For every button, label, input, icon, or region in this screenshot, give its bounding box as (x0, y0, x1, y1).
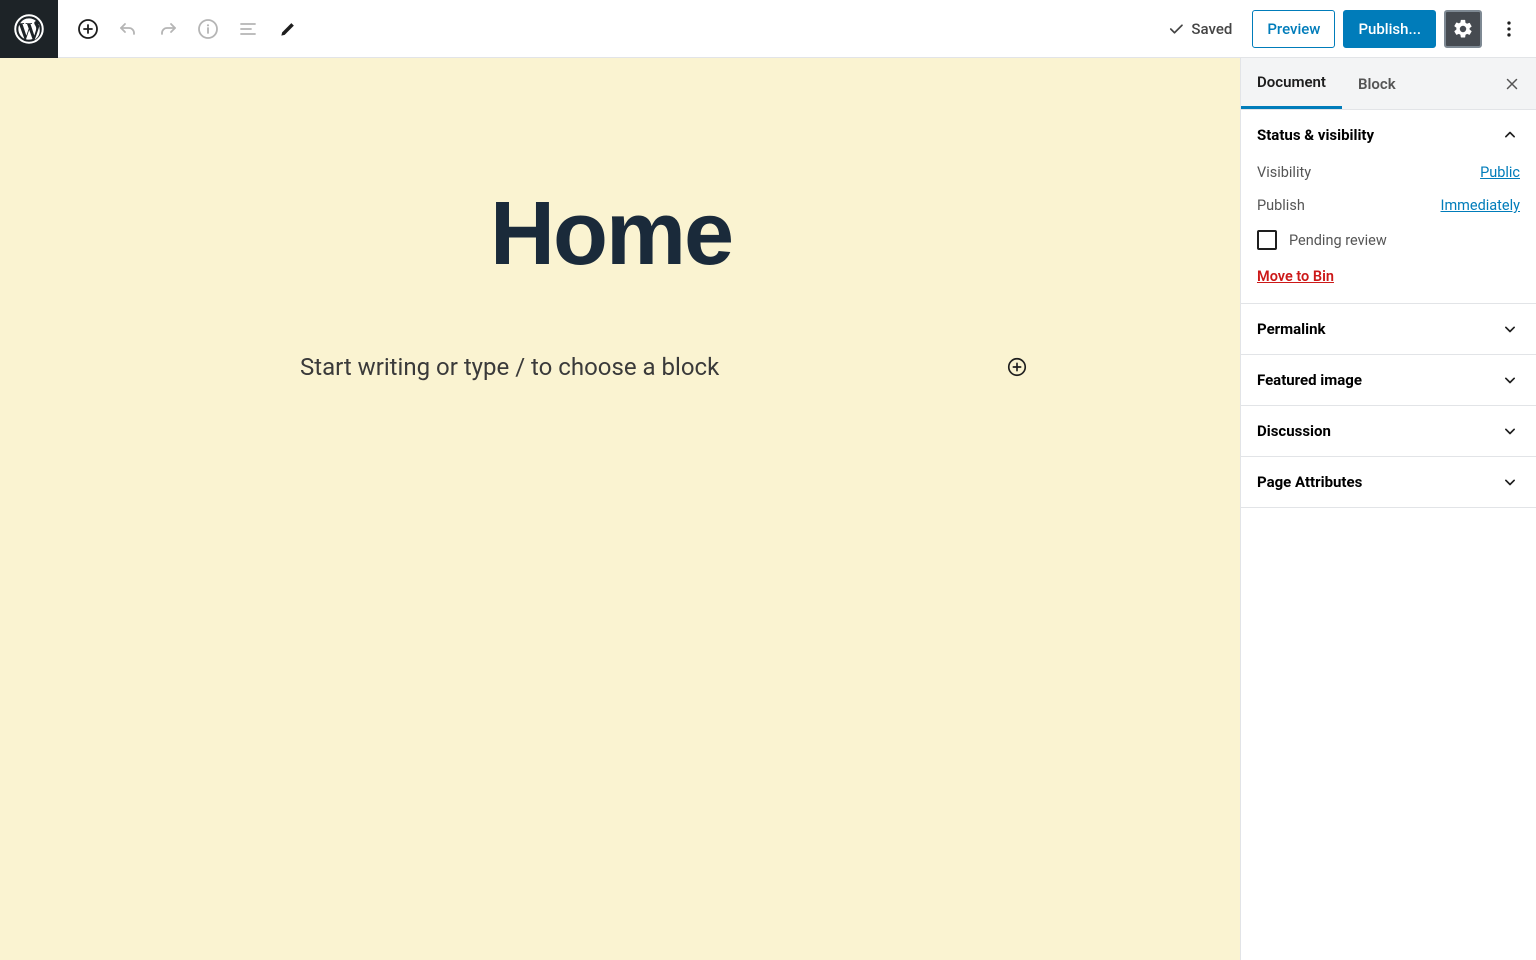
undo-button[interactable] (108, 9, 148, 49)
toolbar-left-group (58, 9, 308, 49)
pencil-icon (278, 19, 298, 39)
chevron-down-icon (1500, 319, 1520, 339)
settings-sidebar: Document Block Status & visibility (1240, 58, 1536, 960)
panel-permalink-title: Permalink (1257, 320, 1326, 338)
plus-circle-icon (1006, 356, 1028, 378)
redo-button[interactable] (148, 9, 188, 49)
panel-status-body: Visibility Public Publish Immediately Pe… (1241, 160, 1536, 303)
tab-document-label: Document (1257, 73, 1326, 91)
tab-block-label: Block (1358, 75, 1396, 93)
panel-permalink-header[interactable]: Permalink (1241, 304, 1536, 354)
chevron-down-icon (1500, 421, 1520, 441)
publish-button[interactable]: Publish... (1343, 10, 1436, 48)
wordpress-logo[interactable] (0, 0, 58, 58)
editor-toolbar: Saved Preview Publish... (0, 0, 1536, 58)
toolbar-right-group: Saved Preview Publish... (1167, 10, 1536, 48)
chevron-down-icon (1500, 472, 1520, 492)
publish-row: Publish Immediately (1257, 197, 1520, 214)
save-status: Saved (1167, 20, 1232, 38)
more-button[interactable] (1490, 10, 1528, 48)
settings-button[interactable] (1444, 10, 1482, 48)
panel-status-header[interactable]: Status & visibility (1241, 110, 1536, 160)
publish-value[interactable]: Immediately (1441, 197, 1520, 214)
pending-review-label: Pending review (1289, 232, 1387, 249)
more-vertical-icon (1498, 18, 1520, 40)
close-icon (1503, 75, 1521, 93)
block-placeholder-row[interactable]: Start writing or type / to choose a bloc… (300, 353, 1040, 381)
info-button[interactable] (188, 9, 228, 49)
visibility-label: Visibility (1257, 164, 1311, 181)
visibility-value[interactable]: Public (1480, 164, 1520, 181)
preview-button[interactable]: Preview (1252, 10, 1335, 48)
edit-button[interactable] (268, 9, 308, 49)
editor-canvas[interactable]: Home Start writing or type / to choose a… (0, 58, 1240, 960)
pending-review-row[interactable]: Pending review (1257, 230, 1520, 250)
panel-page-attributes-title: Page Attributes (1257, 473, 1362, 491)
move-to-bin-link[interactable]: Move to Bin (1257, 268, 1334, 285)
redo-icon (156, 17, 180, 41)
panel-page-attributes: Page Attributes (1241, 457, 1536, 508)
tab-block[interactable]: Block (1342, 58, 1412, 109)
panel-status-visibility: Status & visibility Visibility Public Pu… (1241, 110, 1536, 304)
panel-status-title: Status & visibility (1257, 126, 1374, 144)
panel-discussion-title: Discussion (1257, 422, 1331, 440)
panel-discussion: Discussion (1241, 406, 1536, 457)
panel-featured-image-title: Featured image (1257, 371, 1362, 389)
wordpress-icon (14, 14, 44, 44)
sidebar-tabs: Document Block (1241, 58, 1536, 110)
tab-document[interactable]: Document (1241, 58, 1342, 109)
visibility-row: Visibility Public (1257, 164, 1520, 181)
gear-icon (1452, 18, 1474, 40)
page-title[interactable]: Home (490, 183, 732, 286)
block-placeholder-text: Start writing or type / to choose a bloc… (300, 353, 719, 381)
chevron-up-icon (1500, 125, 1520, 145)
close-sidebar-button[interactable] (1488, 58, 1536, 109)
outline-button[interactable] (228, 9, 268, 49)
panel-permalink: Permalink (1241, 304, 1536, 355)
panel-page-attributes-header[interactable]: Page Attributes (1241, 457, 1536, 507)
plus-circle-icon (76, 17, 100, 41)
panel-featured-image: Featured image (1241, 355, 1536, 406)
publish-label: Publish (1257, 197, 1305, 214)
chevron-down-icon (1500, 370, 1520, 390)
undo-icon (116, 17, 140, 41)
pending-review-checkbox[interactable] (1257, 230, 1277, 250)
add-block-button[interactable] (68, 9, 108, 49)
preview-label: Preview (1267, 20, 1320, 38)
publish-label: Publish... (1358, 20, 1421, 38)
list-icon (236, 17, 260, 41)
panel-discussion-header[interactable]: Discussion (1241, 406, 1536, 456)
info-circle-icon (196, 17, 220, 41)
panel-featured-image-header[interactable]: Featured image (1241, 355, 1536, 405)
check-icon (1167, 20, 1185, 38)
add-block-inline-button[interactable] (1004, 354, 1030, 380)
saved-label: Saved (1191, 20, 1232, 38)
